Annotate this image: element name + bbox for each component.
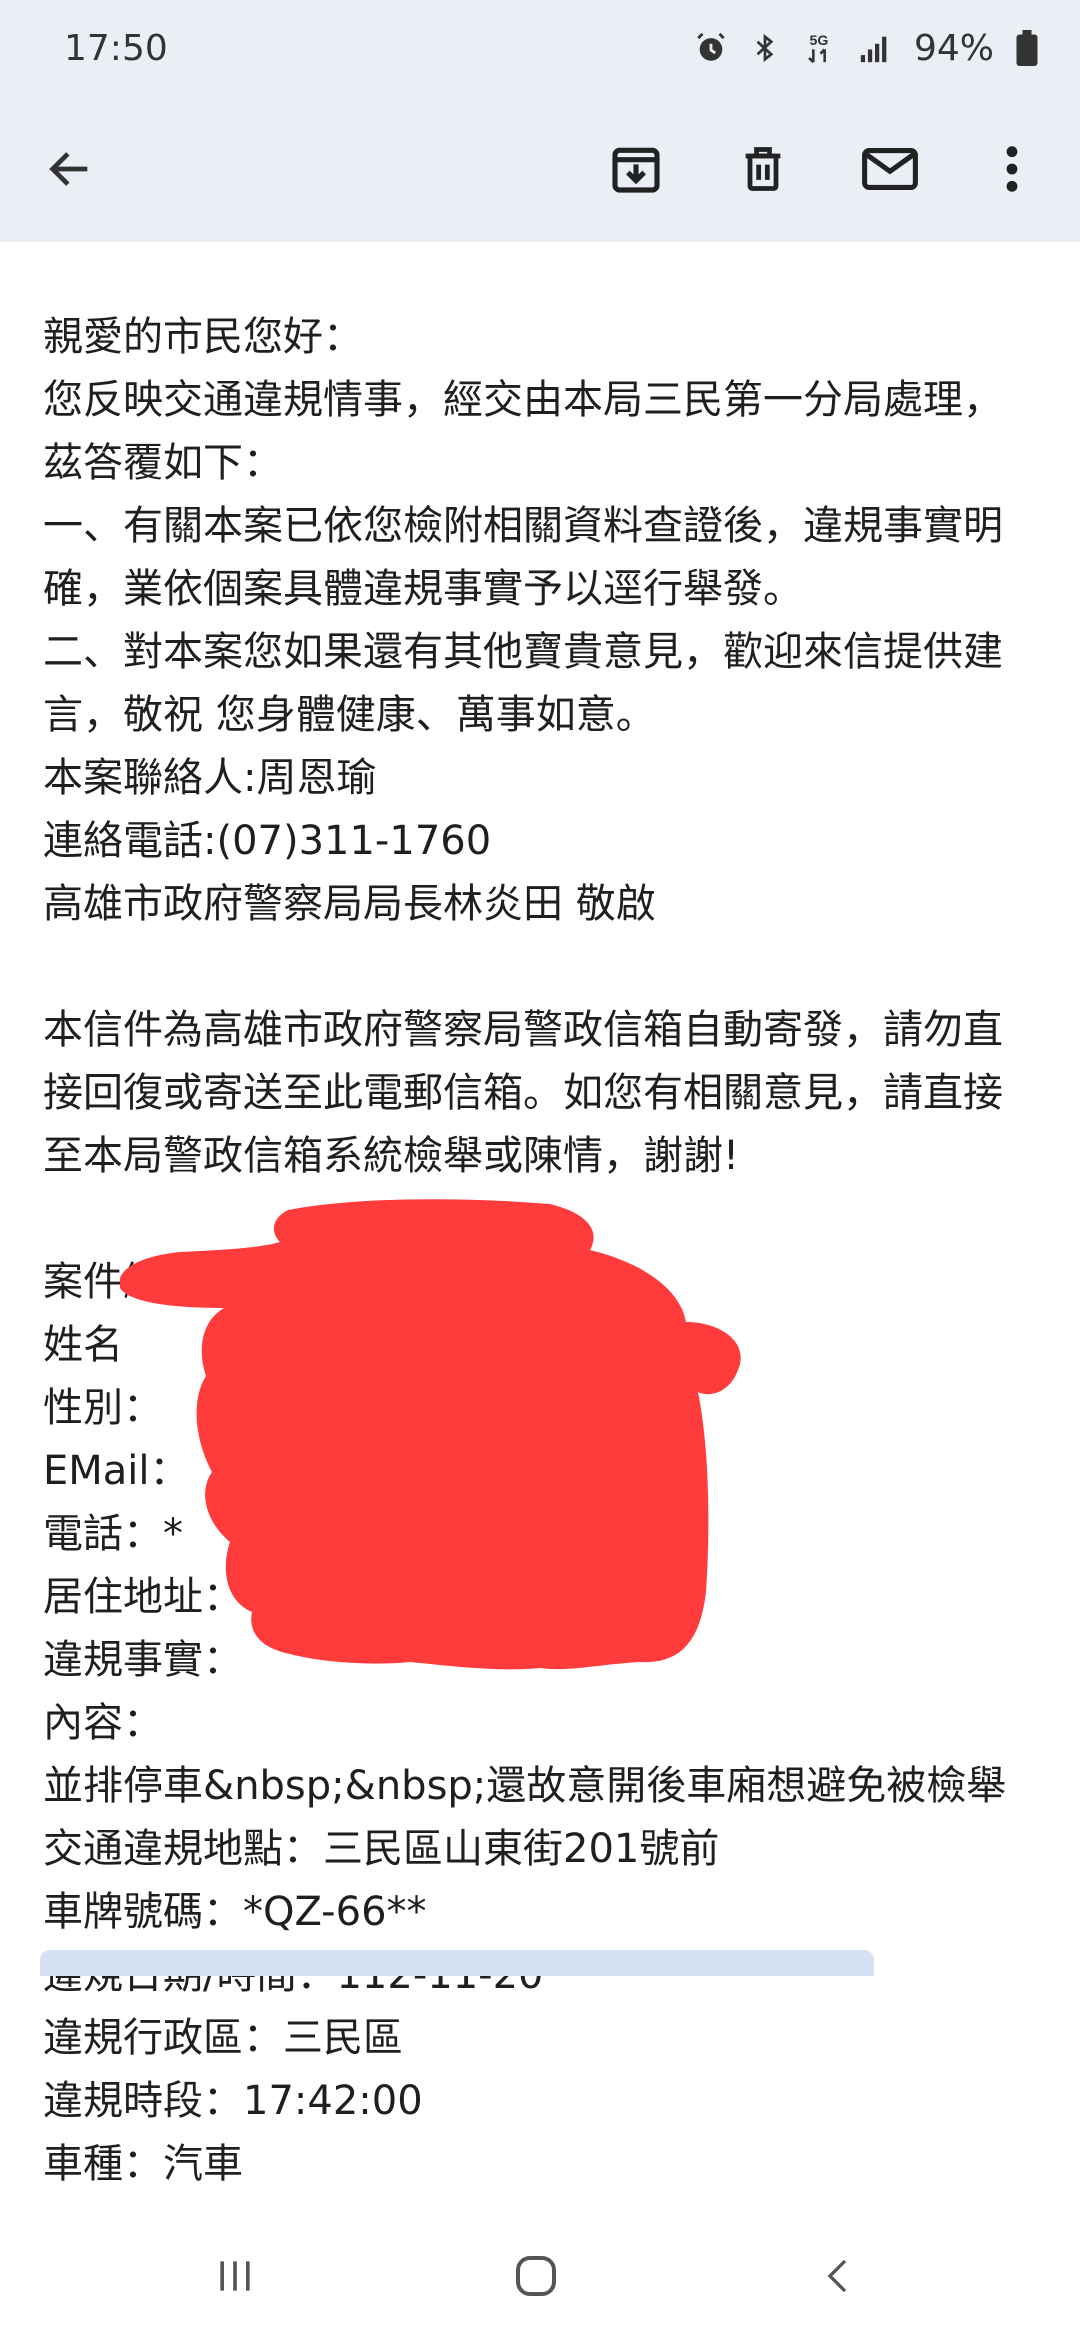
signal-icon [860,36,887,63]
bluetooth-icon [756,33,774,63]
status-icons: 5G 94% [694,28,1038,69]
network-label: 5G [810,33,829,49]
vehicle-type-field: 車種：汽車 [43,2141,243,2187]
status-bar: 17:50 5G 94% [0,0,1080,96]
home-icon [516,2256,556,2296]
back-nav-button[interactable] [770,2212,910,2340]
violation-time-field: 違規時段：17:42:00 [43,2078,423,2124]
mark-unread-icon [862,148,918,190]
content-text: 並排停車&nbsp;&nbsp;還故意開後車廂想避免被檢舉 [43,1763,1007,1809]
body-line: 一、有關本案已依您檢附相關資料查證後，違規事實明 [43,503,1003,549]
notice-line: 本信件為高雄市政府警察局警政信箱自動寄發，請勿直 [43,1007,1003,1053]
mark-unread-button[interactable] [830,96,950,242]
notice-line: 至本局警政信箱系統檢舉或陳情，謝謝! [43,1133,740,1179]
back-button[interactable] [10,96,130,242]
violation-location-field: 交通違規地點：三民區山東街201號前 [43,1826,720,1872]
email-body: 親愛的市民您好： 您反映交通違規情事，經交由本局三民第一分局處理， 茲答覆如下：… [0,242,1080,2212]
delete-button[interactable] [703,96,823,242]
recents-button[interactable] [165,2212,305,2340]
archive-button[interactable] [576,96,696,242]
email-toolbar [0,96,1080,242]
body-line: 茲答覆如下： [43,440,283,486]
greeting-line: 親愛的市民您好： [43,314,363,360]
violation-district-field: 違規行政區：三民區 [43,2015,403,2061]
system-nav-bar [0,2212,1080,2340]
contact-phone-line: 連絡電話:(07)311-1760 [43,818,492,864]
delete-icon [745,147,781,191]
body-line: 您反映交通違規情事，經交由本局三民第一分局處理， [43,377,1003,423]
plate-number-field: 車牌號碼：*QZ-66** [43,1889,427,1935]
recents-icon [220,2261,250,2291]
status-time: 17:50 [64,27,168,69]
more-options-button[interactable] [952,96,1072,242]
body-line: 確，業依個案具體違規事實予以逕行舉發。 [43,566,803,612]
back-arrow-icon [49,152,88,186]
alarm-icon [697,32,725,61]
notice-line: 接回復或寄送至此電郵信箱。如您有相關意見，請直接 [43,1070,1003,1116]
attachment-card[interactable] [40,1950,874,1976]
redaction-scribble [120,1199,741,1670]
content-label: 內容： [43,1700,163,1746]
back-icon [827,2259,847,2293]
signature-line: 高雄市政府警察局局長林炎田 敬啟 [43,881,656,927]
battery-icon [1016,30,1038,66]
home-button[interactable] [466,2212,606,2340]
archive-icon [612,147,660,193]
network-5g-icon: 5G [808,33,829,64]
contact-person-line: 本案聯絡人:周恩瑜 [43,755,377,801]
more-vert-icon [1006,146,1018,192]
battery-percent: 94% [913,27,994,69]
body-line: 言，敬祝 您身體健康、萬事如意。 [43,692,656,738]
body-line: 二、對本案您如果還有其他寶貴意見，歡迎來信提供建 [43,629,1003,675]
